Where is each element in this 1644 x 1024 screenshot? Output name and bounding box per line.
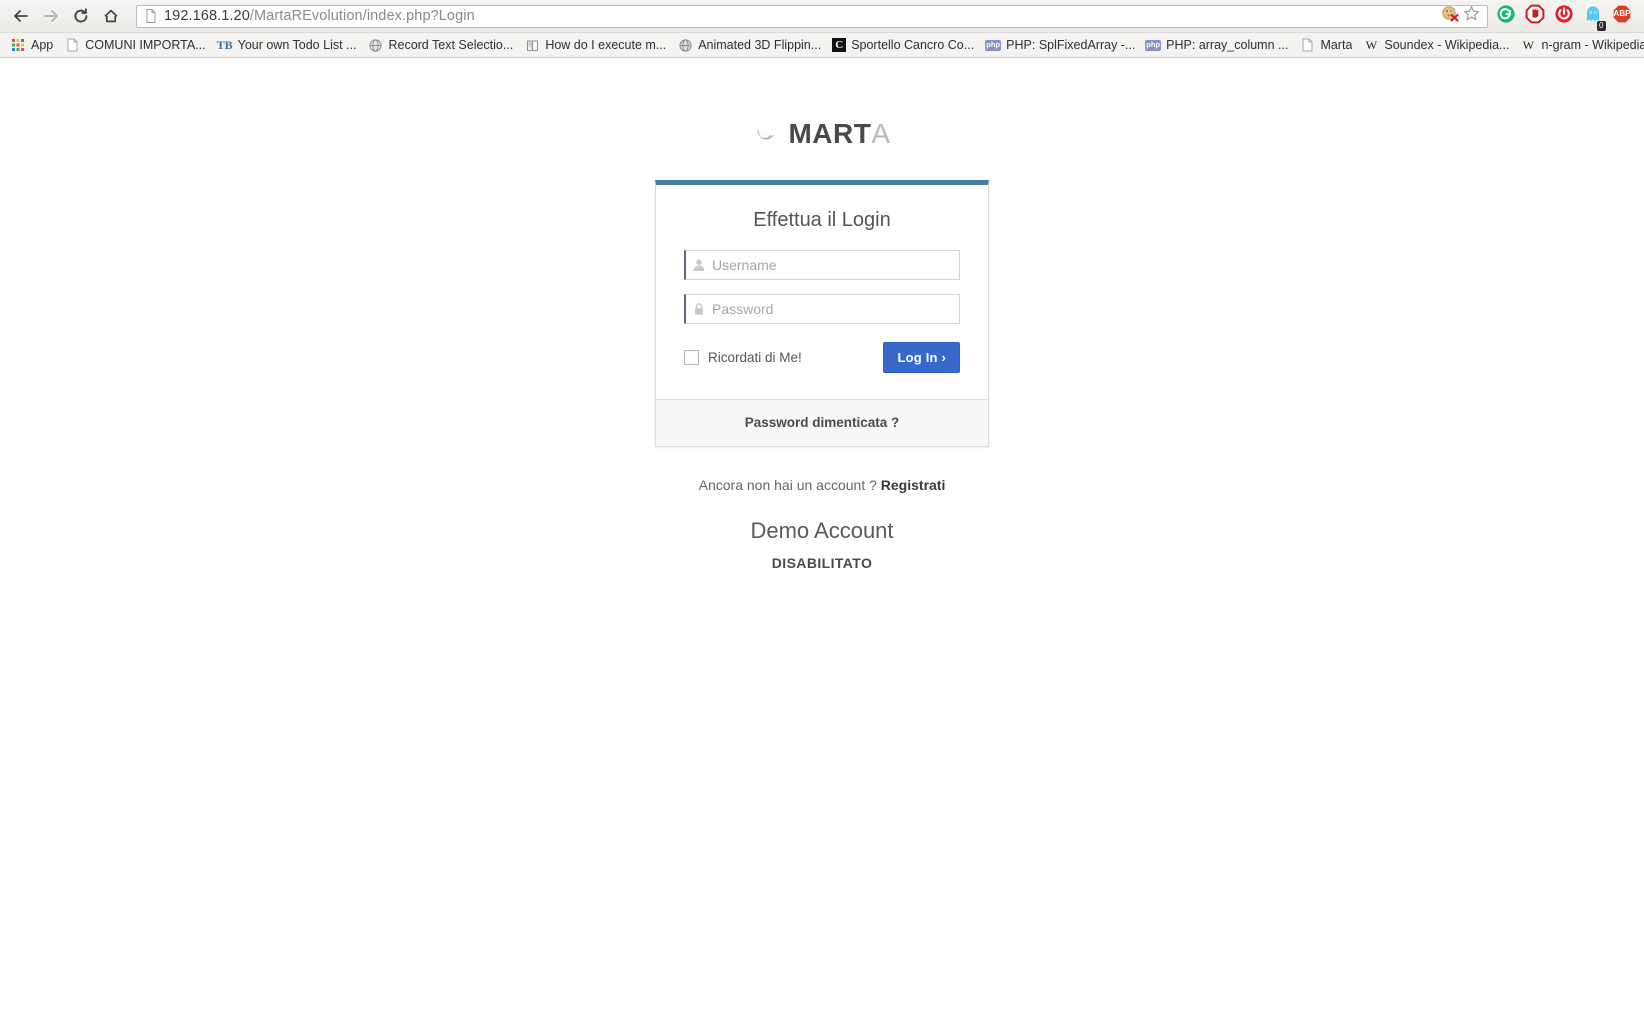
address-bar[interactable]: 192.168.1.20/MartaREvolution/index.php?L…	[136, 4, 1488, 28]
bookmark-php-array-column[interactable]: php PHP: array_column ...	[1141, 34, 1295, 56]
ghostery-extension-icon[interactable]: 0	[1583, 4, 1606, 31]
bookmark-label: PHP: SplFixedArray -...	[1006, 38, 1135, 52]
login-card-footer: Password dimenticata ?	[656, 399, 988, 446]
reload-button[interactable]	[66, 3, 96, 29]
bookmark-label: PHP: array_column ...	[1166, 38, 1289, 52]
adblock-plus-label: ABP	[1613, 9, 1631, 18]
bookmark-marta[interactable]: Marta	[1295, 34, 1359, 56]
browser-toolbar: 192.168.1.20/MartaREvolution/index.php?L…	[0, 0, 1644, 32]
bookmarks-bar: App COMUNI IMPORTA... TB Your own Todo L…	[0, 32, 1644, 57]
back-button[interactable]	[6, 3, 36, 29]
login-card: Effettua il Login Ricordat	[655, 180, 989, 447]
bookmark-label: n-gram - Wikipedia,...	[1541, 38, 1644, 52]
browser-chrome: 192.168.1.20/MartaREvolution/index.php?L…	[0, 0, 1644, 58]
bookmark-label: Marta	[1320, 38, 1353, 52]
forgot-password-link[interactable]: Password dimenticata ?	[745, 415, 900, 430]
home-icon	[102, 8, 120, 24]
document-icon	[1299, 37, 1315, 53]
bookmark-php-splfixedarray[interactable]: php PHP: SplFixedArray -...	[981, 34, 1141, 56]
register-prompt: Ancora non hai un account ? Registrati	[0, 477, 1644, 493]
tb-icon: TB	[216, 38, 233, 52]
document-icon	[64, 37, 80, 53]
marta-wordmark-light: A	[871, 118, 891, 149]
globe-icon	[677, 37, 693, 53]
bookmark-soundex-wikipedia[interactable]: W Soundex - Wikipedia...	[1359, 34, 1516, 56]
user-icon	[686, 258, 712, 272]
arrow-right-icon	[42, 8, 60, 24]
bookmark-animated-3d-flipping[interactable]: Animated 3D Flippin...	[673, 34, 828, 56]
bookmark-how-do-i-execute[interactable]: How do I execute m...	[520, 34, 673, 56]
register-prompt-text: Ancora non hai un account ?	[698, 477, 877, 493]
remember-me-checkbox[interactable]	[684, 350, 699, 365]
bookmark-label: Animated 3D Flippin...	[698, 38, 822, 52]
bookmark-label: Your own Todo List ...	[237, 38, 357, 52]
globe-icon	[367, 37, 383, 53]
marta-swoosh-icon	[753, 121, 779, 147]
reload-icon	[72, 7, 90, 25]
bookmark-label: How do I execute m...	[545, 38, 667, 52]
ghostery-badge-count: 0	[1596, 20, 1606, 31]
url-path: /MartaREvolution/index.php?Login	[249, 8, 475, 24]
bookmark-ngram-wikipedia[interactable]: W n-gram - Wikipedia,...	[1516, 34, 1644, 56]
forward-button[interactable]	[36, 3, 66, 29]
page-content: MARTA Effettua il Login Username Ricorda…	[0, 114, 1644, 1024]
marta-logo: MARTA	[0, 114, 1644, 154]
bookmark-record-text-selection[interactable]: Record Text Selectio...	[363, 34, 520, 56]
password-input[interactable]	[712, 301, 959, 317]
username-input[interactable]	[712, 257, 959, 273]
bookmark-label: COMUNI IMPORTA...	[85, 38, 206, 52]
demo-account-title: Demo Account	[750, 518, 894, 543]
adblock-plus-extension-icon[interactable]: ABP	[1612, 4, 1632, 29]
document-icon	[143, 8, 159, 24]
demo-account-status: DISABILITATO	[771, 555, 873, 571]
c-icon: C	[832, 38, 847, 52]
extension-icons: 0 ABP	[1494, 4, 1638, 31]
login-button[interactable]: Log In ›	[883, 342, 960, 373]
marta-wordmark-strong: MART	[788, 118, 872, 149]
bookmark-label: Soundex - Wikipedia...	[1384, 38, 1510, 52]
php-icon: php	[985, 39, 1002, 51]
apps-grid-icon	[10, 37, 26, 53]
register-link[interactable]: Registrati	[881, 477, 946, 493]
green-circle-extension-icon[interactable]	[1496, 4, 1516, 29]
bookmark-comuni-importa[interactable]: COMUNI IMPORTA...	[60, 34, 212, 56]
username-field[interactable]	[684, 250, 960, 280]
login-options-row: Ricordati di Me! Log In ›	[684, 342, 960, 399]
bookmark-label: App	[31, 38, 54, 52]
bookmark-apps[interactable]: App	[6, 34, 60, 56]
wikipedia-icon: W	[1522, 38, 1535, 52]
bookmark-todo-list[interactable]: TB Your own Todo List ...	[213, 34, 364, 56]
url-text: 192.168.1.20/MartaREvolution/index.php?L…	[164, 8, 475, 24]
stop-hand-extension-icon[interactable]	[1525, 4, 1545, 29]
remember-me-wrapper[interactable]: Ricordati di Me!	[684, 350, 802, 365]
bookmark-star-icon[interactable]	[1463, 5, 1480, 27]
password-field[interactable]	[684, 294, 960, 324]
address-bar-actions	[1441, 5, 1483, 27]
login-title: Effettua il Login	[753, 209, 891, 231]
cookie-blocked-icon[interactable]	[1441, 5, 1460, 27]
remember-me-label: Ricordati di Me!	[708, 350, 802, 365]
red-power-extension-icon[interactable]	[1554, 4, 1574, 29]
bookmark-label: Sportello Cancro Co...	[851, 38, 975, 52]
url-host: 192.168.1.20	[164, 8, 250, 24]
wikipedia-icon: W	[1365, 38, 1378, 52]
lock-icon	[686, 302, 712, 316]
bookmark-sportello-cancro[interactable]: C Sportello Cancro Co...	[828, 34, 981, 56]
arrow-left-icon	[12, 8, 30, 24]
book-icon	[524, 37, 540, 53]
bookmark-label: Record Text Selectio...	[388, 38, 514, 52]
marta-wordmark: MARTA	[788, 118, 890, 150]
php-icon: php	[1145, 39, 1162, 51]
home-button[interactable]	[96, 3, 126, 29]
